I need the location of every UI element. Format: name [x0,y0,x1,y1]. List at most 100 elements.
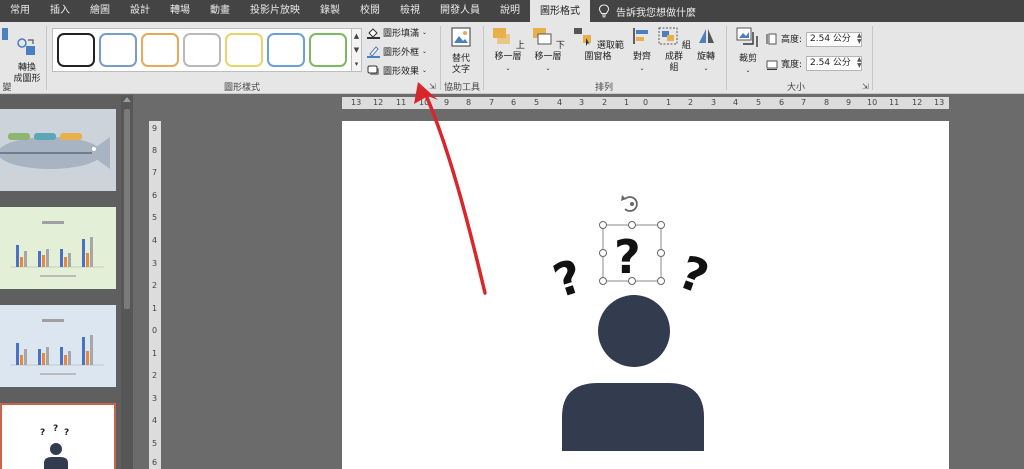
svg-text:?: ? [40,428,45,438]
bring-forward-icon [493,28,511,44]
crop-button[interactable]: 裁剪 ⌄ [733,26,763,76]
svg-text:?: ? [53,424,58,434]
scroll-thumb[interactable] [124,109,130,309]
ribbon: 轉換 成圖形 變更 ▲ ▼ ▾ 圖形填滿 ⌄ 圖形外框 ⌄ [0,22,1024,106]
ruler-tick: 10 [867,98,878,107]
slide-thumbnail[interactable] [0,109,116,191]
tab-developer[interactable]: 開發人員 [430,0,490,22]
size-launcher-icon[interactable]: ⇲ [862,82,869,91]
ruler-tick: 4 [733,98,739,107]
person-head[interactable] [598,295,670,367]
pen-outline-icon [367,46,380,58]
gallery-up-icon[interactable]: ▲ [354,32,359,40]
ruler-tick: 6 [511,98,517,107]
ruler-tick: 2 [688,98,694,107]
selection-pane-icon [574,28,592,46]
ruler-tick: 12 [912,98,923,107]
ruler-tick: 3 [152,394,158,403]
ruler-tick: 5 [756,98,762,107]
tab-design[interactable]: 設計 [120,0,160,22]
style-swatch-6[interactable] [267,33,305,67]
tab-home[interactable]: 常用 [0,0,40,22]
shape-effects-button[interactable]: 圖形效果 ⌄ [367,64,427,77]
tell-me-box[interactable]: 告訴我您想做什麼 [590,4,696,19]
vertical-ruler: 9 8 7 6 5 4 3 2 1 0 1 2 3 4 5 6 [149,121,161,469]
ruler-tick: 1 [624,98,630,107]
dialog-launcher-icon[interactable]: ⇲ [429,82,436,91]
size-group-label: 大小 [786,83,805,93]
height-spinner[interactable]: ▲ ▼ [857,33,862,45]
send-backward-button[interactable]: 下移一層 ⌄ [528,26,568,74]
bring-forward-button[interactable]: 上移一層 ⌄ [488,26,528,74]
ruler-tick: 1 [152,304,158,313]
align-button[interactable]: 對齊 ⌄ [628,26,656,74]
style-swatch-7[interactable] [309,33,347,67]
chevron-down-icon: ⌄ [745,67,751,74]
ribbon-tab-bar: 常用 插入 繪圖 設計 轉場 動畫 投影片放映 錄製 校閱 檢視 開發人員 說明… [0,0,1024,22]
tab-draw[interactable]: 繪圖 [80,0,120,22]
scroll-up-icon[interactable] [123,97,131,102]
tab-insert[interactable]: 插入 [40,0,80,22]
selection-pane-button[interactable]: 選取範圍窗格 [569,26,627,63]
edit-shape-icon [2,28,8,40]
tab-transitions[interactable]: 轉場 [160,0,200,22]
rotate-button[interactable]: 旋轉 ⌄ [692,26,720,74]
tab-record[interactable]: 錄製 [310,0,350,22]
style-swatch-2[interactable] [99,33,137,67]
gallery-scroll[interactable]: ▲ ▼ ▾ [352,28,362,72]
shape-fill-button[interactable]: 圖形填滿 ⌄ [367,26,427,39]
slide-thumbnail[interactable] [0,207,116,289]
ruler-tick: 4 [152,416,158,425]
tab-shape-format[interactable]: 圖形格式 [530,0,590,22]
gallery-more-icon[interactable]: ▾ [355,60,359,68]
alt-text-button[interactable]: 替代 文字 [446,26,476,76]
style-swatch-5[interactable] [225,33,263,67]
height-input[interactable]: 2.54 公分 [806,32,862,47]
ruler-tick: 8 [466,98,472,107]
style-swatch-3[interactable] [141,33,179,67]
rotate-label: 旋轉 [696,52,715,62]
slide-thumbnail-pane: ? ? ? [0,95,133,469]
ruler-tick: 12 [373,98,384,107]
tab-help[interactable]: 說明 [490,0,530,22]
edit-shape-button[interactable] [2,26,10,46]
ruler-tick: 5 [152,439,158,448]
rotate-handle-icon[interactable] [621,195,638,212]
slide-thumbnail-selected[interactable]: ? ? ? [0,403,116,469]
chevron-down-icon: ⌄ [422,67,428,74]
tab-animations[interactable]: 動畫 [200,0,240,22]
chevron-down-icon: ⌄ [422,29,428,36]
ruler-tick: 6 [779,98,785,107]
ruler-tick: 9 [444,98,450,107]
style-swatch-1[interactable] [57,33,95,67]
question-mark-right[interactable]: ? [672,245,716,305]
question-mark-left[interactable]: ? [547,249,589,309]
person-body[interactable] [562,383,704,451]
thumbnail-scrollbar[interactable] [121,95,133,469]
convert-to-shape-button[interactable]: 轉換 成圖形 [10,26,44,85]
width-spinner[interactable]: ▲ ▼ [857,57,862,69]
ruler-tick: 8 [824,98,830,107]
ruler-tick: 8 [152,146,158,155]
question-mark-center[interactable]: ? [614,230,641,284]
width-input[interactable]: 2.54 公分 [806,56,862,71]
tab-review[interactable]: 校閱 [350,0,390,22]
group-button[interactable]: 組成群 組 [657,26,691,74]
slide-thumbnail[interactable] [0,305,116,387]
tab-view[interactable]: 檢視 [390,0,430,22]
chevron-down-icon: ⌄ [545,65,551,72]
chevron-down-icon: ⌄ [703,65,709,72]
shape-effects-icon [367,65,379,75]
gallery-down-icon[interactable]: ▼ [354,46,359,54]
ruler-tick: 7 [152,168,158,177]
ruler-tick: 7 [801,98,807,107]
alt-text-label: 替代 文字 [451,54,470,75]
svg-text:?: ? [64,428,69,438]
tab-slideshow[interactable]: 投影片放映 [240,0,310,22]
slide-canvas[interactable]: ? ? ? [342,121,949,469]
ruler-tick: 2 [152,371,158,380]
width-icon [766,60,778,70]
shape-outline-button[interactable]: 圖形外框 ⌄ [367,45,427,58]
style-swatch-4[interactable] [183,33,221,67]
shape-style-gallery [52,28,352,72]
